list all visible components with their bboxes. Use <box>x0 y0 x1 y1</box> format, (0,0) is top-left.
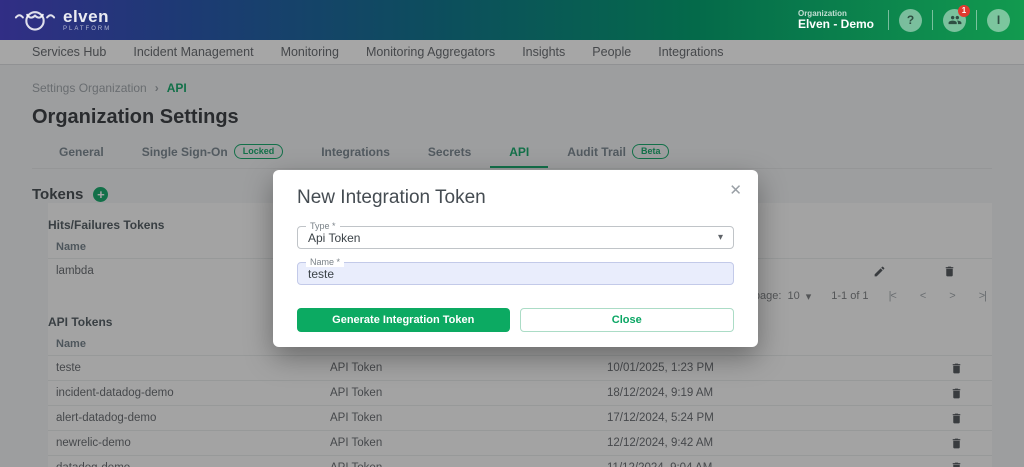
logo-subtext: PLATFORM <box>63 26 111 32</box>
app-header: elven PLATFORM Organization Elven - Demo… <box>0 0 1024 40</box>
close-dialog-button[interactable]: ✕ <box>729 183 742 198</box>
notification-badge: 1 <box>958 5 970 17</box>
dialog-title: New Integration Token <box>297 187 734 209</box>
user-avatar[interactable]: I <box>987 9 1010 32</box>
type-select[interactable]: Type * Api Token ▾ <box>297 226 734 249</box>
brand-logo[interactable]: elven PLATFORM <box>14 7 111 33</box>
header-divider <box>932 10 933 30</box>
owl-logo-icon <box>14 7 56 33</box>
close-icon: ✕ <box>729 182 742 199</box>
type-value: Api Token <box>308 231 718 245</box>
organization-switcher[interactable]: Organization Elven - Demo <box>798 9 874 32</box>
type-label: Type * <box>306 221 340 231</box>
name-input[interactable] <box>308 267 723 281</box>
header-divider <box>976 10 977 30</box>
avatar-initial: I <box>997 13 1000 27</box>
caret-down-icon: ▾ <box>718 232 723 243</box>
organization-name: Elven - Demo <box>798 18 874 32</box>
new-integration-token-dialog: New Integration Token ✕ Type * Api Token… <box>273 170 758 347</box>
logo-text: elven <box>63 8 111 25</box>
header-divider <box>888 10 889 30</box>
help-button[interactable]: ? <box>899 9 922 32</box>
name-field-wrap: Name * <box>297 262 734 285</box>
name-label: Name * <box>306 257 344 267</box>
generate-integration-token-button[interactable]: Generate Integration Token <box>297 308 510 332</box>
people-notifications-button[interactable]: 1 <box>943 9 966 32</box>
close-button[interactable]: Close <box>520 308 735 332</box>
help-icon: ? <box>907 13 914 27</box>
